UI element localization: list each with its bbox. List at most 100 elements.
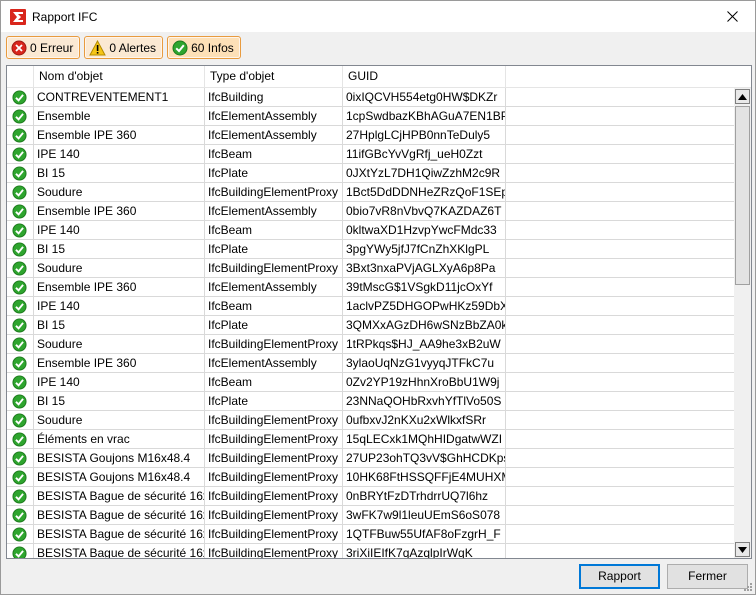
object-type-cell: IfcBeam <box>205 297 343 315</box>
scroll-thumb[interactable] <box>735 106 750 285</box>
status-cell <box>7 240 34 258</box>
status-cell <box>7 183 34 201</box>
object-type-cell: IfcBuildingElementProxy <box>205 525 343 543</box>
empty-cell <box>506 240 734 258</box>
object-type-cell: IfcElementAssembly <box>205 278 343 296</box>
table-row[interactable]: IPE 140 IfcBeam 1aclvPZ5DHGOPwHKz59DbX <box>7 297 734 316</box>
ifc-objects-table[interactable]: Nom d'objet Type d'objet GUID CONTREVENT… <box>6 65 752 559</box>
table-row[interactable]: BI 15 IfcPlate 3pgYWy5jfJ7fCnZhXKlgPL <box>7 240 734 259</box>
table-row[interactable]: Ensemble IfcElementAssembly 1cpSwdbazKBhAG… <box>7 107 734 126</box>
status-cell <box>7 278 34 296</box>
object-name-cell: Soudure <box>34 335 205 353</box>
arrow-down-icon <box>738 546 747 553</box>
guid-cell: 27HplgLCjHPB0nnTeDuly5 <box>343 126 506 144</box>
infos-filter-label: 60 Infos <box>191 40 234 55</box>
empty-cell <box>506 221 734 239</box>
guid-cell: 27UP23ohTQ3vV$GhHCDKps <box>343 449 506 467</box>
guid-cell: 23NNaQOHbRxvhYfTlVo50S <box>343 392 506 410</box>
table-row[interactable]: Soudure IfcBuildingElementProxy 1Bct5DdDDN… <box>7 183 734 202</box>
empty-cell <box>506 525 734 543</box>
table-row[interactable]: BESISTA Goujons M16x48.4 IfcBuildingEleme… <box>7 468 734 487</box>
check-circle-icon <box>12 507 27 523</box>
empty-cell <box>506 392 734 410</box>
title-bar[interactable]: Rapport IFC <box>1 1 755 32</box>
errors-filter-button[interactable]: 0 Erreur <box>6 36 81 59</box>
guid-cell: 11ifGBcYvVgRfj_ueH0Zzt <box>343 145 506 163</box>
table-row[interactable]: BI 15 IfcPlate 23NNaQOHbRxvhYfTlVo50S <box>7 392 734 411</box>
table-row[interactable]: Ensemble IPE 360 IfcElementAssembly 0bio7v… <box>7 202 734 221</box>
table-row[interactable]: BESISTA Goujons M16x48.4 IfcBuildingEleme… <box>7 449 734 468</box>
warnings-filter-button[interactable]: 0 Alertes <box>84 36 164 59</box>
status-cell <box>7 354 34 372</box>
scroll-down-button[interactable] <box>735 542 750 557</box>
table-row[interactable]: BESISTA Bague de sécurité 16x1 IfcBuildin… <box>7 525 734 544</box>
check-circle-icon <box>12 298 27 314</box>
object-name-cell: Soudure <box>34 259 205 277</box>
infos-filter-button[interactable]: 60 Infos <box>167 36 241 59</box>
object-name-cell: BI 15 <box>34 316 205 334</box>
table-header: Nom d'objet Type d'objet GUID <box>7 66 751 88</box>
table-row[interactable]: BESISTA Bague de sécurité 16x1 IfcBuildin… <box>7 487 734 506</box>
table-row[interactable]: BI 15 IfcPlate 0JXtYzL7DH1QiwZzhM2c9R <box>7 164 734 183</box>
empty-cell <box>506 506 734 524</box>
filter-toolbar: 0 Erreur 0 Alertes 60 Infos <box>6 36 241 60</box>
table-row[interactable]: Soudure IfcBuildingElementProxy 3Bxt3nxaPV… <box>7 259 734 278</box>
object-type-cell: IfcElementAssembly <box>205 354 343 372</box>
resize-grip-icon[interactable] <box>742 581 752 591</box>
close-window-button[interactable] <box>709 1 755 32</box>
table-row[interactable]: IPE 140 IfcBeam 0kltwaXD1HzvpYwcFMdc33 <box>7 221 734 240</box>
object-type-cell: IfcPlate <box>205 316 343 334</box>
close-button[interactable]: Fermer <box>667 564 748 589</box>
check-circle-icon <box>12 184 27 200</box>
table-row[interactable]: IPE 140 IfcBeam 11ifGBcYvVgRfj_ueH0Zzt <box>7 145 734 164</box>
header-object-name[interactable]: Nom d'objet <box>34 66 205 87</box>
table-row[interactable]: Soudure IfcBuildingElementProxy 0ufbxvJ2nK… <box>7 411 734 430</box>
guid-cell: 1cpSwdbazKBhAGuA7EN1BP <box>343 107 506 125</box>
guid-cell: 3wFK7w9l1leuUEmS6oS078 <box>343 506 506 524</box>
table-row[interactable]: Soudure IfcBuildingElementProxy 1tRPkqs$HJ… <box>7 335 734 354</box>
table-row[interactable]: Ensemble IPE 360 IfcElementAssembly 3ylaoU… <box>7 354 734 373</box>
check-circle-icon <box>12 526 27 542</box>
table-row[interactable]: IPE 140 IfcBeam 0Zv2YP19zHhnXroBbU1W9j <box>7 373 734 392</box>
guid-cell: 15qLECxk1MQhHIDgatwWZI <box>343 430 506 448</box>
table-row[interactable]: BESISTA Bague de sécurité 16x1 IfcBuildin… <box>7 506 734 525</box>
header-object-type[interactable]: Type d'objet <box>205 66 343 87</box>
empty-cell <box>506 373 734 391</box>
status-cell <box>7 335 34 353</box>
status-cell <box>7 316 34 334</box>
empty-cell <box>506 449 734 467</box>
header-guid[interactable]: GUID <box>343 66 506 87</box>
object-type-cell: IfcPlate <box>205 392 343 410</box>
check-circle-icon <box>12 165 27 181</box>
table-row[interactable]: Éléments en vrac IfcBuildingElementProxy 1… <box>7 430 734 449</box>
status-cell <box>7 107 34 125</box>
guid-cell: 1aclvPZ5DHGOPwHKz59DbX <box>343 297 506 315</box>
empty-cell <box>506 468 734 486</box>
object-type-cell: IfcBuildingElementProxy <box>205 411 343 429</box>
status-cell <box>7 544 34 558</box>
status-cell <box>7 164 34 182</box>
table-row[interactable]: Ensemble IPE 360 IfcElementAssembly 39tMsc… <box>7 278 734 297</box>
vertical-scrollbar[interactable] <box>734 88 751 558</box>
scroll-up-button[interactable] <box>735 89 750 104</box>
table-row[interactable]: CONTREVENTEMENT1 IfcBuilding 0ixIQCVH554et… <box>7 88 734 107</box>
check-circle-icon <box>12 203 27 219</box>
object-type-cell: IfcPlate <box>205 240 343 258</box>
table-row[interactable]: BI 15 IfcPlate 3QMXxAGzDH6wSNzBbZA0ks <box>7 316 734 335</box>
table-row[interactable]: Ensemble IPE 360 IfcElementAssembly 27Hplg… <box>7 126 734 145</box>
header-status[interactable] <box>7 66 34 87</box>
object-name-cell: CONTREVENTEMENT1 <box>34 88 205 106</box>
header-spacer <box>506 66 734 87</box>
object-name-cell: BESISTA Bague de sécurité 16x1 <box>34 506 205 524</box>
check-circle-icon <box>12 89 27 105</box>
guid-cell: 3QMXxAGzDH6wSNzBbZA0ks <box>343 316 506 334</box>
table-row[interactable]: BESISTA Bague de sécurité 16x1 IfcBuildin… <box>7 544 734 558</box>
check-circle-icon <box>12 108 27 124</box>
object-type-cell: IfcElementAssembly <box>205 107 343 125</box>
status-cell <box>7 449 34 467</box>
status-cell <box>7 411 34 429</box>
guid-cell: 39tMscG$1VSgkD11jcOxYf <box>343 278 506 296</box>
object-type-cell: IfcPlate <box>205 164 343 182</box>
report-button[interactable]: Rapport <box>579 564 660 589</box>
object-name-cell: Ensemble IPE 360 <box>34 354 205 372</box>
